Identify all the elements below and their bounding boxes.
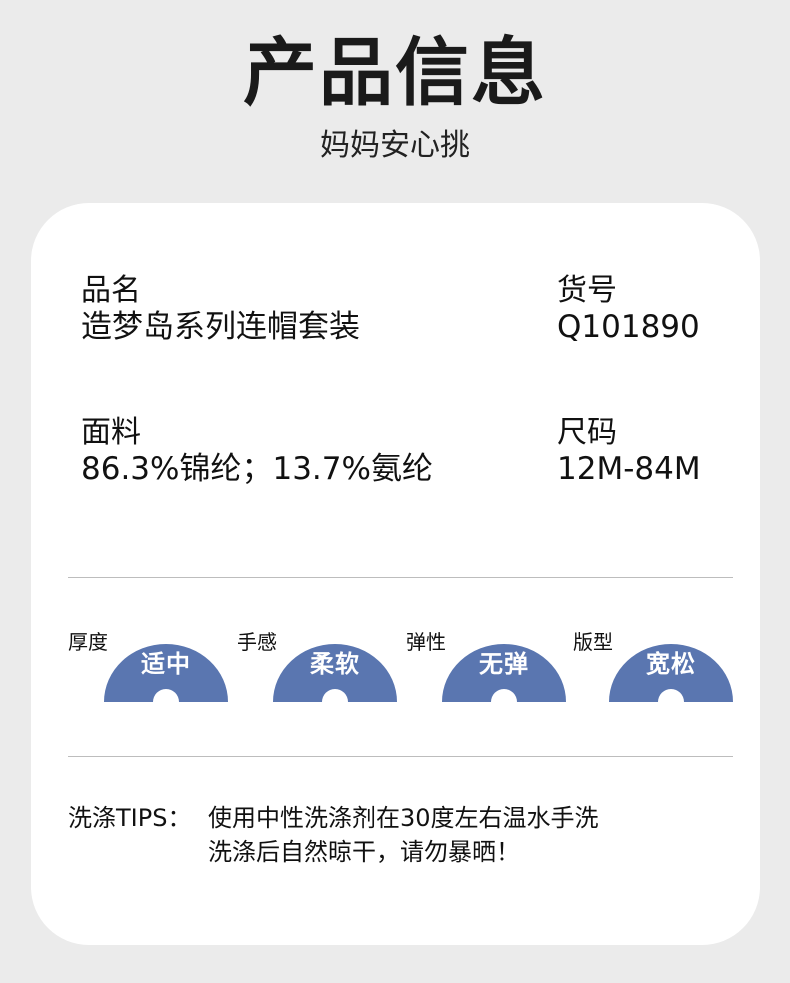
attribute-value: 适中 — [141, 650, 191, 678]
attribute-thickness: 厚度 适中 — [68, 627, 238, 717]
size-value: 12M-84M — [557, 451, 701, 487]
item-number-value: Q101890 — [557, 309, 700, 345]
washing-tips: 洗涤TIPS： 使用中性洗涤剂在30度左右温水手洗 洗涤后自然晾干，请勿暴晒！ — [68, 801, 599, 869]
attribute-elasticity: 弹性 无弹 — [406, 627, 576, 717]
attribute-label: 厚度 — [68, 630, 108, 654]
tips-line-2: 洗涤后自然晾干，请勿暴晒！ — [208, 838, 520, 866]
divider-bottom — [68, 756, 733, 757]
fabric-field: 面料 86.3%锦纶；13.7%氨纶 — [81, 415, 433, 487]
divider-top — [68, 577, 733, 578]
info-card: 品名 造梦岛系列连帽套装 货号 Q101890 面料 86.3%锦纶；13.7%… — [31, 203, 760, 945]
attribute-fit: 版型 宽松 — [573, 627, 743, 717]
tips-label: 洗涤TIPS： — [68, 804, 192, 832]
product-name-field: 品名 造梦岛系列连帽套装 — [81, 273, 360, 345]
attribute-value: 宽松 — [646, 650, 696, 678]
fabric-value: 86.3%锦纶；13.7%氨纶 — [81, 451, 433, 487]
attribute-label: 弹性 — [406, 630, 446, 654]
tips-line-1: 使用中性洗涤剂在30度左右温水手洗 — [208, 804, 599, 832]
attribute-value: 无弹 — [479, 650, 529, 678]
attribute-value: 柔软 — [310, 650, 360, 678]
product-name-label: 品名 — [81, 273, 141, 308]
attribute-label: 手感 — [237, 630, 277, 654]
page-subtitle: 妈妈安心挑 — [320, 128, 470, 163]
attribute-feel: 手感 柔软 — [237, 627, 407, 717]
attribute-label: 版型 — [573, 630, 613, 654]
item-number-label: 货号 — [557, 273, 617, 308]
item-number-field: 货号 Q101890 — [557, 273, 700, 345]
size-label: 尺码 — [557, 415, 617, 450]
fabric-label: 面料 — [81, 415, 141, 450]
size-field: 尺码 12M-84M — [557, 415, 701, 487]
product-name-value: 造梦岛系列连帽套装 — [81, 309, 360, 345]
page-title: 产品信息 — [243, 30, 547, 116]
